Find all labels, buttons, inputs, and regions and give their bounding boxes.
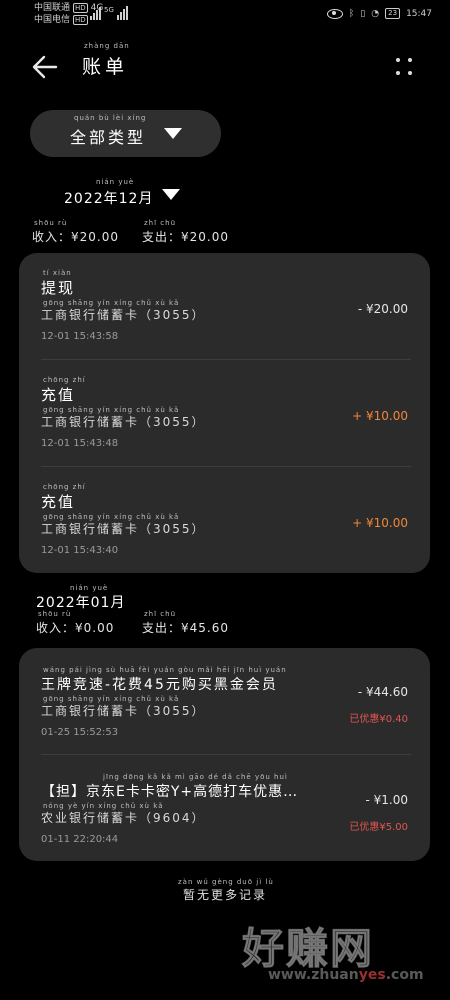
record-amount: + ¥10.00 (352, 516, 408, 530)
month-selector[interactable]: 2022年12月 (64, 188, 153, 208)
record-card: tí xiàn 提现 gōng shāng yín xíng chǔ xù kǎ… (19, 253, 430, 573)
no-more-records: 暂无更多记录 (182, 888, 267, 902)
battery-icon: 23 (385, 8, 401, 19)
record-title: 王牌竞速-花费45元购买黑金会员 (41, 677, 278, 693)
vibrate-icon: ▯ (360, 8, 366, 19)
page-title: 账单 (82, 56, 129, 78)
net-5g: 5G (104, 6, 114, 14)
record-discount: 已优惠¥0.40 (349, 714, 408, 725)
month-expense: 支出：¥20.00 (142, 230, 229, 244)
bluetooth-icon: ᛒ (348, 8, 355, 19)
record-title-pinyin: jīng dōng kǎ kǎ mì gāo dé dǎ chē yōu huì (103, 773, 288, 781)
arrow-left-icon (32, 55, 58, 79)
expense-pinyin: zhī chū (144, 219, 177, 227)
record-card: wáng pái jìng sù huā fèi yuán gòu mǎi hē… (19, 648, 430, 861)
record-time: 12-01 15:43:40 (41, 545, 119, 556)
record-item[interactable]: jīng dōng kǎ kǎ mì gāo dé dǎ chē yōu huì… (19, 755, 430, 861)
record-title: 充值 (41, 493, 76, 511)
record-time: 01-11 22:20:44 (41, 834, 119, 845)
more-button[interactable] (396, 52, 416, 82)
hd-badge-1: HD (73, 3, 88, 13)
income-pinyin: shōu rù (34, 219, 68, 227)
month-label: 2022年01月 (36, 595, 126, 611)
month-pinyin: nián yuè (96, 178, 135, 186)
record-time: 01-25 15:52:53 (41, 727, 119, 738)
status-time: 15:47 (406, 8, 432, 19)
month-expense: 支出：¥45.60 (142, 621, 229, 635)
month-income: 收入：¥0.00 (36, 621, 115, 635)
triangle-down-icon[interactable] (162, 189, 180, 200)
eye-comfort-icon (326, 8, 343, 19)
record-amount: - ¥20.00 (357, 302, 408, 316)
triangle-down-icon (164, 128, 182, 139)
record-account: 农业银行储蓄卡（9604） (41, 811, 206, 825)
record-account: 工商银行储蓄卡（3055） (41, 522, 206, 536)
month-pinyin: nián yuè (70, 584, 109, 592)
record-item[interactable]: chōng zhí 充值 gōng shāng yín xíng chǔ xù … (19, 360, 430, 466)
expense-pinyin: zhī chū (144, 610, 177, 618)
watermark: 好赚网 www.zhuanyes.com (236, 915, 446, 995)
record-item[interactable]: tí xiàn 提现 gōng shāng yín xíng chǔ xù kǎ… (19, 253, 430, 359)
filter-pinyin: quán bù lèi xíng (74, 114, 147, 122)
carrier-1: 中国联通 (34, 3, 71, 13)
record-amount: - ¥1.00 (365, 793, 409, 807)
month-income: 收入：¥20.00 (32, 230, 119, 244)
type-filter-button[interactable]: quán bù lèi xíng 全部类型 (30, 110, 221, 157)
signal-icon: 5G (90, 6, 128, 20)
record-title-pinyin: tí xiàn (43, 269, 72, 277)
record-title: 充值 (41, 386, 76, 404)
title-pinyin: zhàng dān (84, 42, 130, 50)
back-button[interactable] (28, 50, 62, 84)
record-account: 工商银行储蓄卡（3055） (41, 704, 206, 718)
record-amount: - ¥44.60 (357, 685, 408, 699)
record-amount: + ¥10.00 (352, 409, 408, 423)
wifi-icon: ◔ (371, 8, 380, 19)
record-item[interactable]: chōng zhí 充值 gōng shāng yín xíng chǔ xù … (19, 467, 430, 573)
record-title: 【担】京东E卡卡密Y+高德打车优惠… (41, 784, 299, 800)
record-time: 12-01 15:43:58 (41, 331, 119, 342)
carrier-2: 中国电信 (34, 15, 71, 25)
record-title-pinyin: chōng zhí (43, 483, 86, 491)
record-title-pinyin: wáng pái jìng sù huā fèi yuán gòu mǎi hē… (43, 666, 287, 674)
record-title-pinyin: chōng zhí (43, 376, 86, 384)
type-filter-label: 全部类型 (70, 128, 147, 147)
record-item[interactable]: wáng pái jìng sù huā fèi yuán gòu mǎi hē… (19, 648, 430, 754)
record-title: 提现 (41, 279, 76, 297)
record-account: 工商银行储蓄卡（3055） (41, 308, 206, 322)
app-header: zhàng dān 账单 (0, 40, 450, 94)
record-account: 工商银行储蓄卡（3055） (41, 415, 206, 429)
status-bar: 中国联通 HD 4G 中国电信 HD 5G ᛒ ▯ ◔ 23 15:47 (0, 0, 450, 30)
footer-pinyin: zàn wú gèng duō jì lù (178, 878, 274, 886)
record-time: 12-01 15:43:48 (41, 438, 119, 449)
watermark-url: www.zhuanyes.com (268, 967, 424, 983)
income-pinyin: shōu rù (38, 610, 72, 618)
status-right: ᛒ ▯ ◔ 23 15:47 (326, 8, 432, 19)
record-discount: 已优惠¥5.00 (349, 822, 408, 833)
hd-badge-2: HD (73, 15, 88, 25)
